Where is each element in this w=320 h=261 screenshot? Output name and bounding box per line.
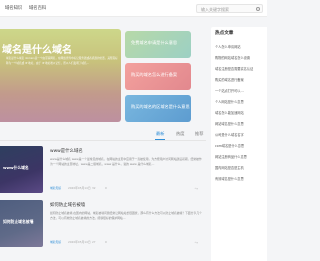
hot-articles-sidebar: 热点文章 个人怎么申请网站 购物的网站域名怎么设置 域名注册是否需要实名认证 购… xyxy=(211,27,267,261)
share-icon[interactable]: ↪ xyxy=(195,186,198,191)
tab-popular[interactable]: 热度 xyxy=(176,131,184,137)
article-date: 2020年05月14日 xyxy=(68,186,91,190)
thumbnail-text: 如何防止域名被墙 xyxy=(3,219,34,224)
sidebar-article-link[interactable]: 一个站点打开可以… xyxy=(211,86,267,97)
article-tabs: 最新 热度 推荐 xyxy=(0,127,206,141)
sidebar-article-title: 国内网站是否是主机 xyxy=(215,166,244,170)
featured-card[interactable]: 购买的域名的区域名是什么意思 xyxy=(125,95,191,122)
article-date: 2020年05月14日 xyxy=(68,240,91,244)
featured-card-title: 免费域名申请是什么意思 xyxy=(131,40,178,45)
article-title[interactable]: www是什么域名 xyxy=(50,148,83,154)
sidebar-article-link[interactable]: 域名注册是否需要实名认证 xyxy=(211,64,267,75)
article-thumbnail[interactable]: 如何防止域名被墙 xyxy=(0,200,43,247)
nav-item-domain-encyclopedia[interactable]: 域名百科 xyxy=(29,5,46,11)
sidebar-article-link[interactable]: 网站域名是什么意思 xyxy=(211,119,267,130)
sidebar-article-title: 有效域名是什么意思 xyxy=(215,177,244,181)
search-icon[interactable] xyxy=(256,6,260,11)
sidebar-article-link[interactable]: 网站注册商品什么意思 xyxy=(211,152,267,163)
sidebar-article-link[interactable]: 有效域名是什么意思 xyxy=(211,174,267,185)
thumbnail-text: www什么域名 xyxy=(3,165,29,170)
sidebar-article-link[interactable]: 购物的网站域名怎么设置 xyxy=(211,53,267,64)
article-category[interactable]: 域名知识 xyxy=(50,186,61,190)
article-views: 27 xyxy=(92,240,96,244)
tab-recommended[interactable]: 推荐 xyxy=(195,131,203,137)
article-item[interactable]: 如何防止域名被墙 如何防止域名被墙 如何防止域名被墙 在国内的网站，域名被墙问题… xyxy=(0,200,206,248)
top-navbar: 域名知识 域名百科 输入关键字搜索 xyxy=(0,0,267,17)
tab-latest[interactable]: 最新 xyxy=(156,131,164,137)
sidebar-article-title: 个人怎么申请网站 xyxy=(215,45,241,49)
search-placeholder: 输入关键字搜索 xyxy=(201,6,229,12)
featured-card-title: 购买的域名的区域名是什么意思 xyxy=(131,104,190,109)
sidebar-article-title: 购买的域名进行备案 xyxy=(215,78,244,82)
featured-card[interactable]: 免费域名申请是什么意思 xyxy=(125,31,191,58)
hero-banner[interactable]: 域名是什么域名 域名是什么域名 domain是一个由互联网名，在网络世界中标记服… xyxy=(0,29,121,122)
sidebar-title: 热点文章 xyxy=(215,31,234,36)
hero-description: 域名是什么域名 domain是一个由互联网名，在网络世界中标记服务器或者机器的位… xyxy=(6,57,118,65)
share-icon[interactable]: ↪ xyxy=(195,240,198,245)
sidebar-article-title: 域名注册是否需要实名认证 xyxy=(215,67,254,71)
article-thumbnail[interactable]: www什么域名 xyxy=(0,146,43,193)
article-likes: 0 xyxy=(105,240,107,244)
sidebar-article-link[interactable]: 购买的域名进行备案 xyxy=(211,75,267,86)
sidebar-article-title: 网站域名是什么意思 xyxy=(215,122,244,126)
sidebar-article-title: 个人网站是什么意思 xyxy=(215,100,244,104)
sidebar-article-title: com域名是什么意思 xyxy=(215,144,245,148)
search-input[interactable]: 输入关键字搜索 xyxy=(196,4,263,13)
active-tab-indicator xyxy=(155,139,165,141)
sidebar-article-title: 一个站点打开可以… xyxy=(215,89,244,93)
article-item[interactable]: www什么域名 www是什么域名 www是什么域名 www是一个最常见的域名，在… xyxy=(0,146,206,194)
sidebar-article-link[interactable]: com域名是什么意思 xyxy=(211,141,267,152)
article-title[interactable]: 如何防止域名被墙 xyxy=(50,202,85,208)
hero-title: 域名是什么域名 xyxy=(2,45,72,56)
article-excerpt: 如何防止域名被墙 在国内的网站，域名被墙问题经常让网站站长很困扰，那么有什么方法… xyxy=(50,211,202,220)
sidebar-article-link[interactable]: 公司是什么域名名字 xyxy=(211,130,267,141)
article-category[interactable]: 域名知识 xyxy=(50,240,61,244)
article-excerpt: www是什么域名 www是一个最常见的域名，在网站的主页中应用于一直被使用，为方… xyxy=(50,157,202,166)
hot-articles-list: 个人怎么申请网站 购物的网站域名怎么设置 域名注册是否需要实名认证 购买的域名进… xyxy=(211,42,267,185)
sidebar-article-title: 域名怎么能加速网站 xyxy=(215,111,244,115)
article-views: 32 xyxy=(92,186,96,190)
article-meta: 域名知识 2020年05月14日 27 0 ↪ xyxy=(50,240,202,246)
sidebar-article-link[interactable]: 个人网站是什么意思 xyxy=(211,97,267,108)
featured-card-title: 购买的域名怎么进行备案 xyxy=(131,72,178,77)
article-likes: 0 xyxy=(105,186,107,190)
article-meta: 域名知识 2020年05月14日 32 0 ↪ xyxy=(50,186,202,192)
sidebar-article-title: 公司是什么域名名字 xyxy=(215,133,244,137)
sidebar-article-link[interactable]: 国内网站是否是主机 xyxy=(211,163,267,174)
sidebar-article-title: 购物的网站域名怎么设置 xyxy=(215,56,251,60)
nav-item-domain-knowledge[interactable]: 域名知识 xyxy=(5,5,22,11)
sidebar-article-title: 网站注册商品什么意思 xyxy=(215,155,247,159)
sidebar-article-link[interactable]: 域名怎么能加速网站 xyxy=(211,108,267,119)
featured-card[interactable]: 购买的域名怎么进行备案 xyxy=(125,63,191,90)
sidebar-article-link[interactable]: 个人怎么申请网站 xyxy=(211,42,267,53)
